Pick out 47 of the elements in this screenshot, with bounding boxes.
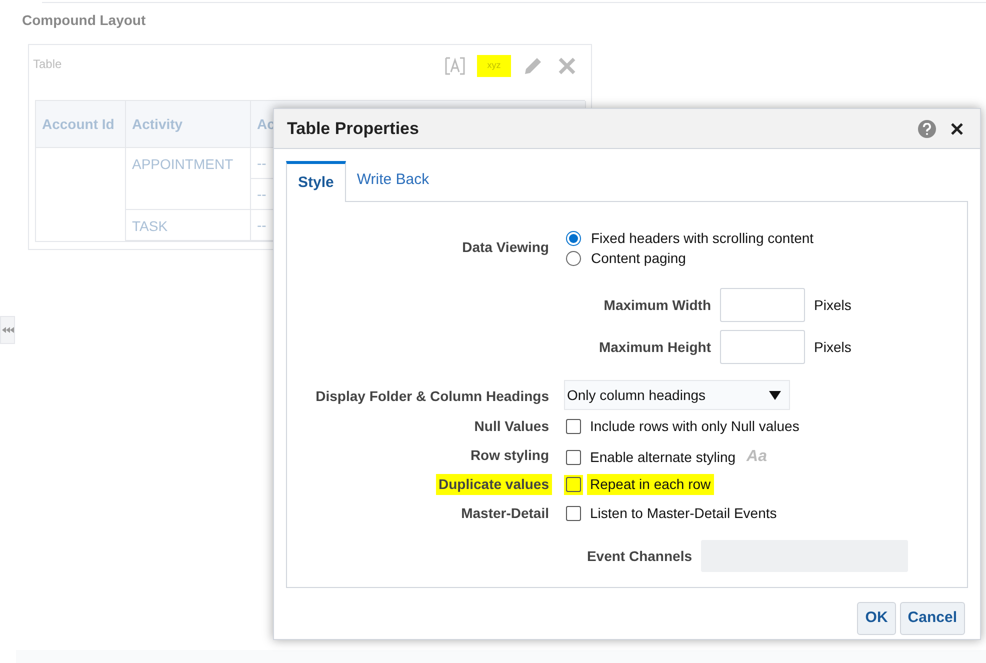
dialog-title: Table Properties (287, 118, 419, 140)
checkbox[interactable] (566, 450, 581, 464)
close-icon (951, 122, 963, 134)
chevrons-left-icon (2, 327, 14, 333)
dialog-button[interactable]: OK (857, 602, 896, 635)
unit-label: Pixels (814, 338, 852, 356)
collapse-handle[interactable] (0, 316, 15, 344)
field-label: Maximum Width (602, 296, 711, 314)
pencil-icon (523, 56, 543, 76)
dropdown-arrow-icon (769, 390, 781, 400)
field-label: Display Folder & Column Headings (314, 387, 550, 406)
checkbox[interactable] (566, 506, 581, 521)
checkbox-label: Listen to Master-Detail Events (589, 504, 778, 523)
close-icon (558, 57, 576, 75)
number-field[interactable] (720, 288, 805, 322)
close-button[interactable] (950, 122, 964, 136)
option-label: Fixed headers with scrolling content (591, 228, 814, 248)
letter-frame-icon (445, 57, 465, 75)
field-label: Duplicate values (436, 474, 552, 495)
table-cell: TASK (126, 210, 251, 241)
radio-button[interactable] (566, 250, 581, 266)
field-label: Master-Detail (460, 504, 550, 523)
dropdown[interactable]: Only column headings (564, 380, 790, 410)
view-title: Table (33, 56, 62, 73)
help-button[interactable] (918, 120, 936, 138)
column-header: Activity (126, 101, 251, 148)
page-title: Compound Layout (22, 11, 147, 30)
field-label: Null Values (473, 417, 550, 436)
checkbox-label: Enable alternate styling (589, 448, 737, 467)
help-icon (922, 122, 932, 134)
table-cell: APPOINTMENT (126, 148, 251, 210)
field-label: Row styling (469, 446, 550, 465)
text-style-icon: Aa (746, 445, 767, 469)
number-field[interactable] (720, 330, 805, 364)
unit-label: Pixels (814, 296, 852, 314)
field-label: Event Channels (586, 546, 692, 566)
checkbox[interactable] (566, 419, 581, 434)
column-header: Account Id (36, 101, 126, 148)
tab[interactable]: Style (286, 161, 346, 202)
checkbox[interactable] (566, 477, 581, 492)
checkbox-label: Repeat in each row (587, 474, 714, 495)
option-label: Content paging (591, 248, 686, 268)
dialog-button[interactable]: Cancel (900, 602, 965, 635)
checkbox-label: Include rows with only Null values (589, 417, 800, 436)
radio-button[interactable] (566, 230, 581, 246)
field-label: Maximum Height (598, 338, 711, 357)
field-label: Data Viewing (461, 238, 550, 257)
